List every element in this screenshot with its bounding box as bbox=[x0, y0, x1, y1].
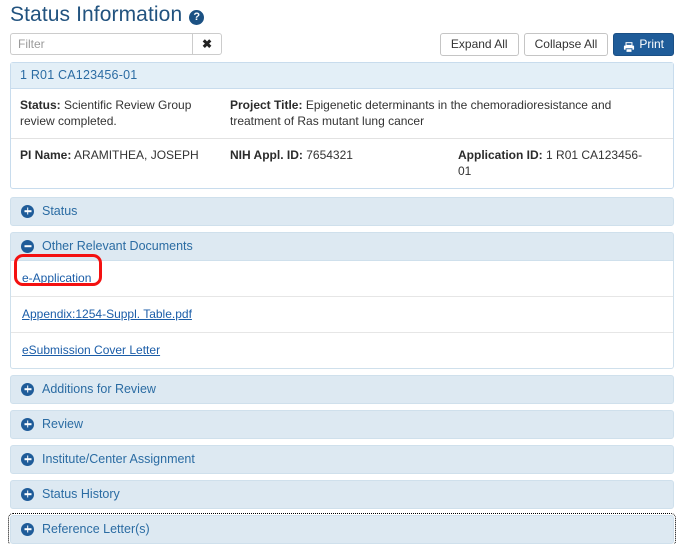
plus-circle-icon bbox=[21, 204, 34, 218]
minus-circle-icon bbox=[21, 239, 34, 253]
summary-row: Status: Scientific Review Group review c… bbox=[11, 89, 673, 138]
filter-input[interactable] bbox=[10, 33, 192, 55]
plus-circle-icon bbox=[21, 382, 34, 396]
accordion-label: Additions for Review bbox=[42, 382, 156, 396]
collapse-all-button[interactable]: Collapse All bbox=[523, 33, 609, 56]
accordion-item-reference-letters: Reference Letter(s) bbox=[8, 513, 676, 544]
document-link-appendix[interactable]: Appendix:1254-Suppl. Table.pdf bbox=[22, 307, 192, 321]
list-item: eSubmission Cover Letter bbox=[11, 332, 673, 368]
clear-filter-button[interactable]: ✖ bbox=[192, 33, 222, 55]
application-id-cell: Application ID: 1 R01 CA123456-01 bbox=[458, 147, 664, 179]
status-label: Status: bbox=[20, 98, 61, 112]
accordion-item-institute-center-assignment: Institute/Center Assignment bbox=[10, 445, 674, 474]
accordion-header-status-history[interactable]: Status History bbox=[10, 480, 674, 509]
expand-all-button[interactable]: Expand All bbox=[439, 33, 519, 56]
status-accordion: Status Other Relevant Documents e-Applic… bbox=[8, 197, 676, 544]
accordion-label: Review bbox=[42, 417, 83, 431]
accordion-header-institute-center-assignment[interactable]: Institute/Center Assignment bbox=[10, 445, 674, 474]
accordion-label: Institute/Center Assignment bbox=[42, 452, 195, 466]
status-information-page: Status Information ? ✖ Expand All Collap… bbox=[0, 0, 680, 544]
accordion-label: Status History bbox=[42, 487, 120, 501]
plus-circle-icon bbox=[21, 417, 34, 431]
nih-appl-id-value: 7654321 bbox=[306, 148, 353, 162]
documents-list: e-Application Appendix:1254-Suppl. Table… bbox=[10, 261, 674, 369]
accordion-label: Status bbox=[42, 204, 78, 218]
accordion-header-status[interactable]: Status bbox=[10, 197, 674, 226]
filter-group: ✖ bbox=[10, 33, 222, 55]
project-title-label: Project Title: bbox=[230, 98, 303, 112]
plus-circle-icon bbox=[21, 522, 34, 536]
toolbar: ✖ Expand All Collapse All Print bbox=[4, 31, 676, 56]
accordion-header-review[interactable]: Review bbox=[10, 410, 674, 439]
list-item: e-Application bbox=[11, 261, 673, 296]
accordion-item-other-relevant-documents: Other Relevant Documents e-Application A… bbox=[10, 232, 674, 369]
accordion-item-status: Status bbox=[10, 197, 674, 226]
pi-name-value: ARAMITHEA, JOSEPH bbox=[74, 148, 199, 162]
accordion-header-other-relevant-documents[interactable]: Other Relevant Documents bbox=[10, 232, 674, 261]
pi-name-label: PI Name: bbox=[20, 148, 72, 162]
page-header: Status Information ? bbox=[4, 0, 676, 31]
toolbar-button-group: Expand All Collapse All Print bbox=[439, 33, 674, 56]
plus-circle-icon bbox=[21, 487, 34, 501]
nih-appl-id-label: NIH Appl. ID: bbox=[230, 148, 303, 162]
accordion-item-status-history: Status History bbox=[10, 480, 674, 509]
pi-name-cell: PI Name: ARAMITHEA, JOSEPH bbox=[20, 147, 230, 179]
printer-icon bbox=[623, 39, 635, 53]
print-button[interactable]: Print bbox=[613, 33, 674, 56]
status-cell: Status: Scientific Review Group review c… bbox=[20, 97, 230, 129]
accordion-header-reference-letters[interactable]: Reference Letter(s) bbox=[8, 513, 676, 544]
summary-row: PI Name: ARAMITHEA, JOSEPH NIH Appl. ID:… bbox=[11, 138, 673, 188]
accordion-item-additions-for-review: Additions for Review bbox=[10, 375, 674, 404]
print-button-label: Print bbox=[639, 37, 664, 51]
accordion-item-review: Review bbox=[10, 410, 674, 439]
application-id-label: Application ID: bbox=[458, 148, 543, 162]
list-item: Appendix:1254-Suppl. Table.pdf bbox=[11, 296, 673, 332]
summary-panel-title: 1 R01 CA123456-01 bbox=[11, 63, 673, 89]
application-summary-panel: 1 R01 CA123456-01 Status: Scientific Rev… bbox=[10, 62, 674, 189]
nih-appl-id-cell: NIH Appl. ID: 7654321 bbox=[230, 147, 458, 179]
help-circle-icon[interactable]: ? bbox=[189, 9, 205, 25]
page-title: Status Information bbox=[10, 3, 183, 26]
project-title-cell: Project Title: Epigenetic determinants i… bbox=[230, 97, 664, 129]
accordion-label: Other Relevant Documents bbox=[42, 239, 193, 253]
document-link-e-application[interactable]: e-Application bbox=[22, 271, 91, 285]
plus-circle-icon bbox=[21, 452, 34, 466]
accordion-label: Reference Letter(s) bbox=[42, 522, 150, 536]
document-link-cover-letter[interactable]: eSubmission Cover Letter bbox=[22, 343, 160, 357]
accordion-header-additions-for-review[interactable]: Additions for Review bbox=[10, 375, 674, 404]
